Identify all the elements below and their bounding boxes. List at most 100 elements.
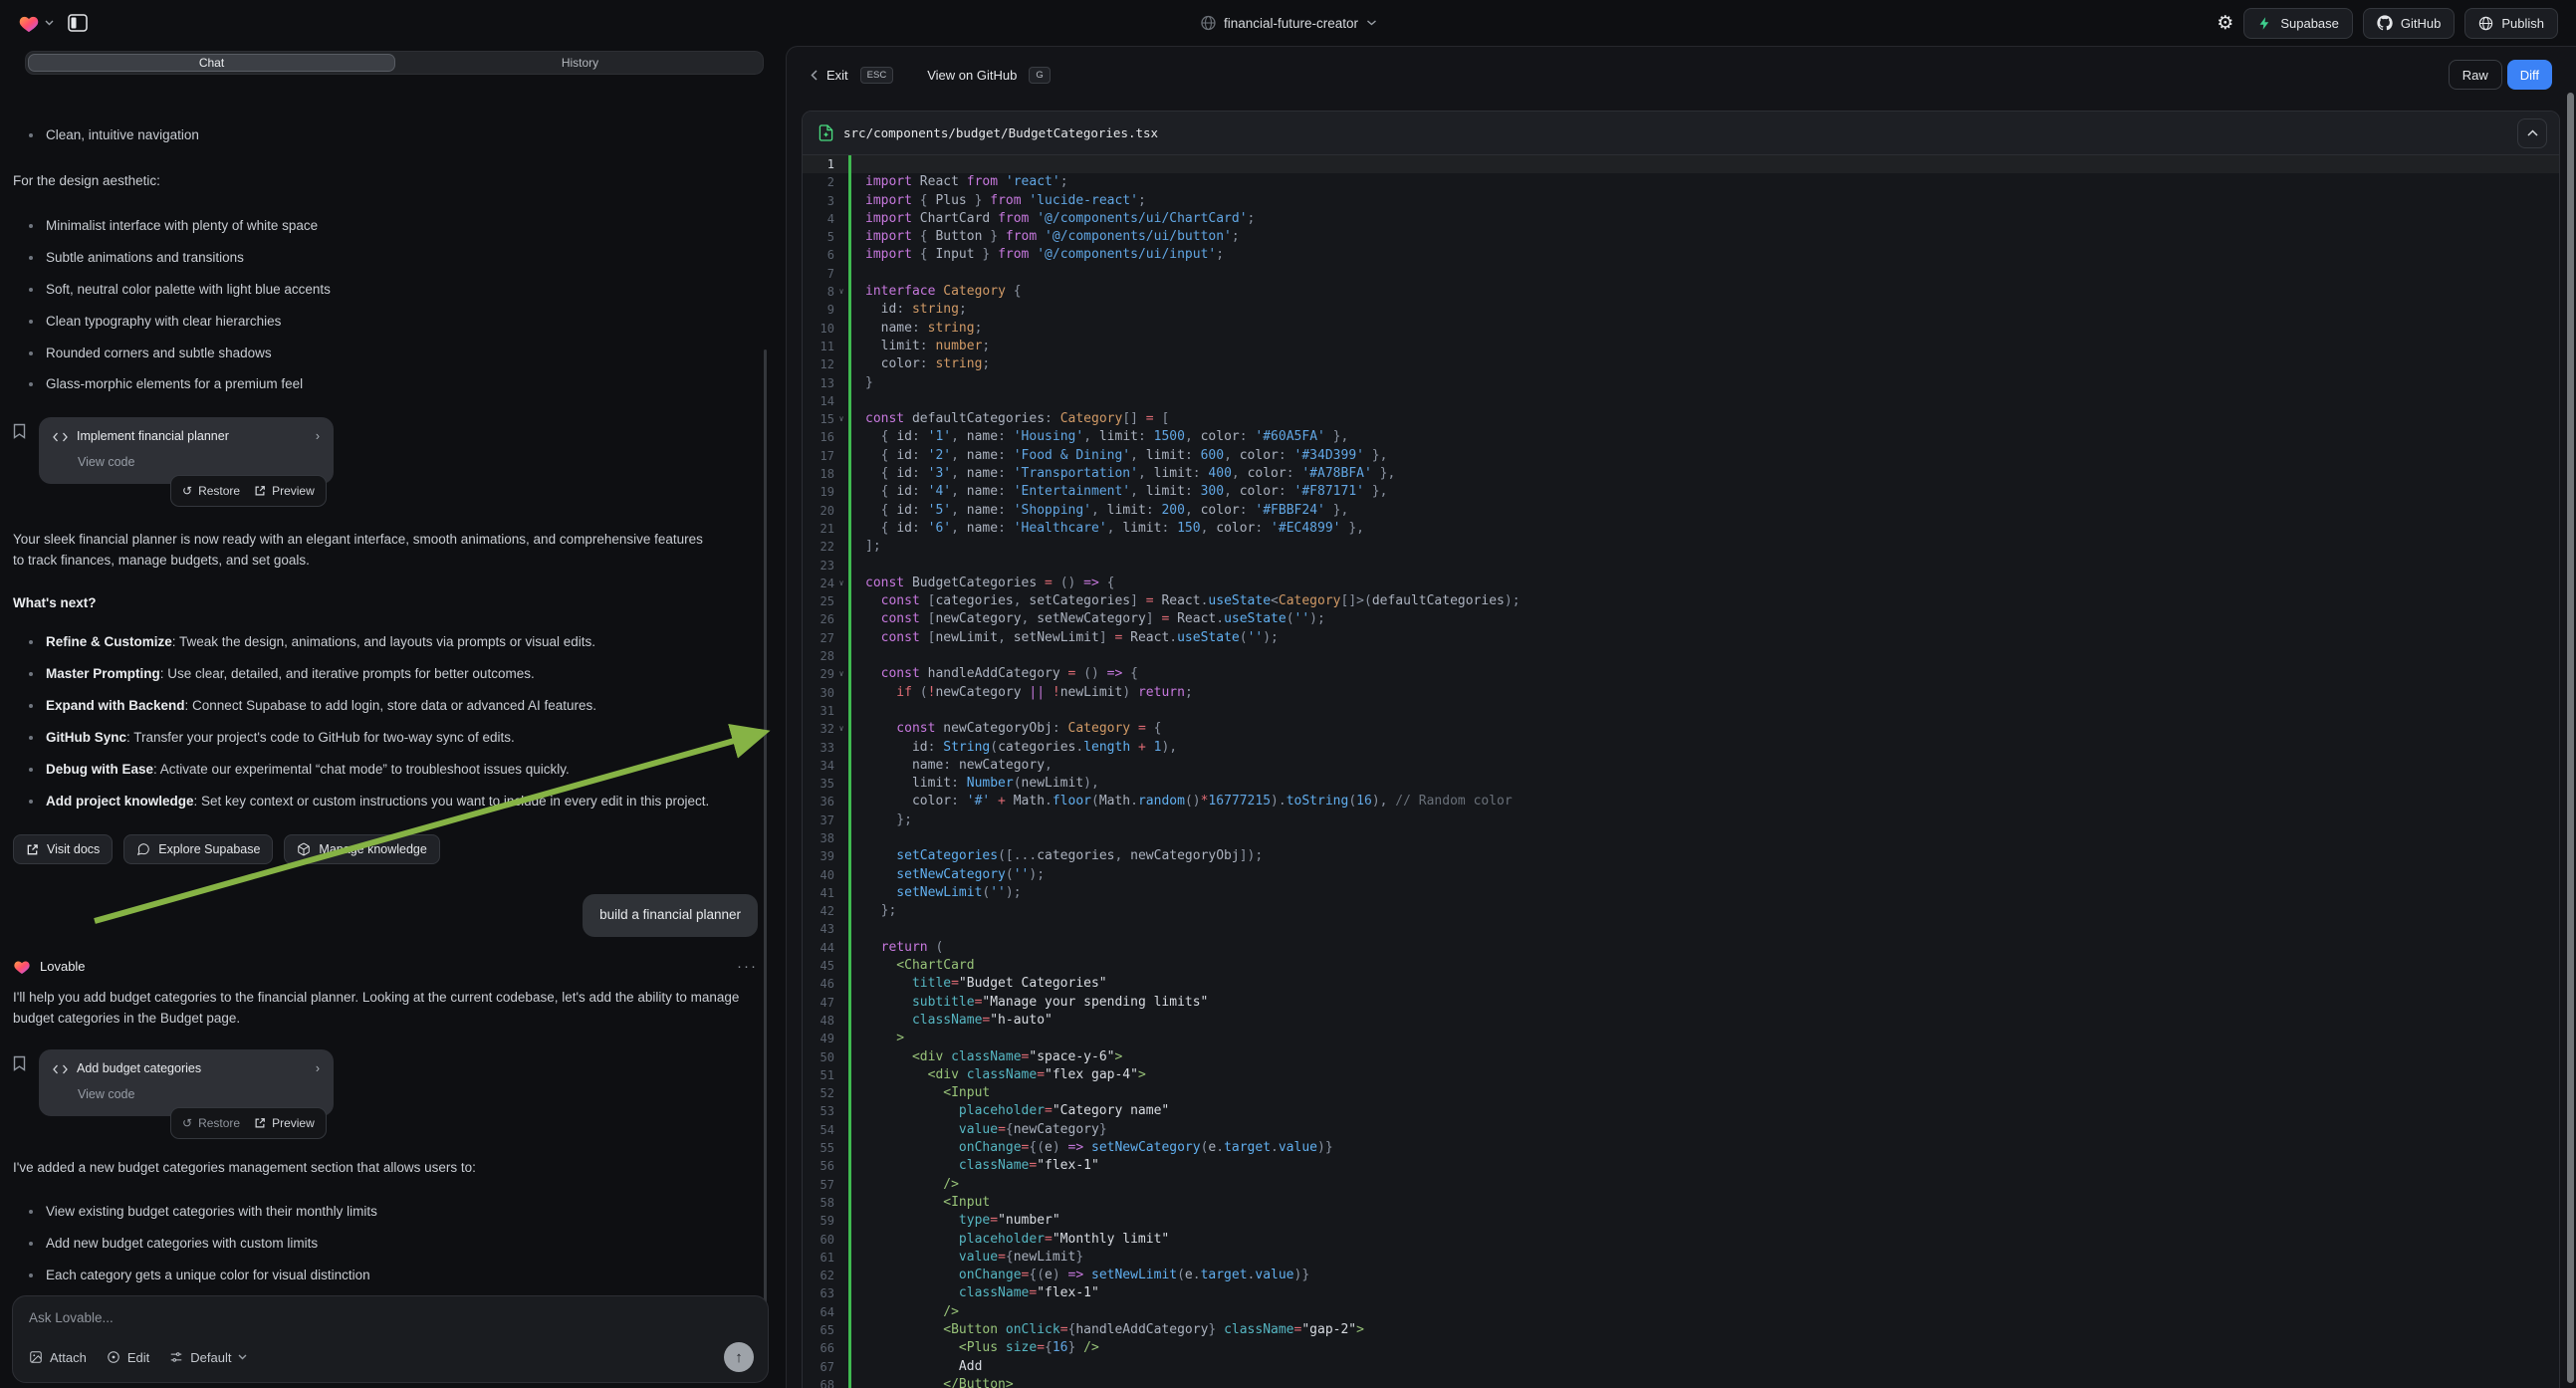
chevron-right-icon: › bbox=[316, 1059, 320, 1078]
package-icon bbox=[297, 842, 311, 856]
sidebar-toggle-button[interactable] bbox=[68, 14, 88, 32]
settings-button[interactable]: ⚙ bbox=[2217, 12, 2233, 35]
attach-button[interactable]: Attach bbox=[29, 1350, 87, 1365]
code-line: 9 id: string; bbox=[803, 301, 2559, 319]
line-number: 59 bbox=[820, 1212, 834, 1230]
view-on-github-link[interactable]: View on GitHub bbox=[927, 68, 1017, 83]
line-number: 7 bbox=[827, 265, 834, 283]
code-line: 8∨interface Category { bbox=[803, 283, 2559, 301]
line-number: 58 bbox=[820, 1194, 834, 1212]
fold-toggle-icon[interactable]: ∨ bbox=[834, 575, 848, 592]
code-editor[interactable]: 1 2import React from 'react';3import { P… bbox=[803, 155, 2559, 1388]
message-menu-button[interactable]: ··· bbox=[737, 955, 758, 978]
send-button[interactable]: ↑ bbox=[724, 1342, 754, 1372]
explore-supabase-button[interactable]: Explore Supabase bbox=[123, 834, 273, 864]
assistant-header: Lovable ··· bbox=[13, 955, 758, 978]
fold-toggle-icon[interactable]: ∨ bbox=[834, 410, 848, 428]
preview-button[interactable]: Preview bbox=[254, 1114, 315, 1133]
version-card-wrap: Implement financial planner › View code … bbox=[13, 417, 758, 484]
line-number: 35 bbox=[820, 775, 834, 793]
visit-docs-button[interactable]: Visit docs bbox=[13, 834, 113, 864]
diff-toggle-button[interactable]: Diff bbox=[2507, 60, 2552, 90]
code-line: 37 }; bbox=[803, 811, 2559, 829]
restore-icon: ↺ bbox=[182, 1114, 192, 1133]
tab-history[interactable]: History bbox=[397, 52, 763, 74]
github-button[interactable]: GitHub bbox=[2363, 8, 2455, 39]
chat-messages[interactable]: Clean, intuitive navigation For the desi… bbox=[13, 123, 758, 1333]
target-icon bbox=[107, 1350, 120, 1364]
project-switcher[interactable]: financial-future-creator bbox=[1200, 0, 1376, 46]
bookmark-icon[interactable] bbox=[13, 1055, 26, 1116]
collapse-file-button[interactable] bbox=[2517, 118, 2547, 148]
ready-paragraph: Your sleek financial planner is now read… bbox=[13, 530, 710, 572]
chevron-down-icon bbox=[1366, 20, 1376, 26]
code-line: 51 <div className="flex gap-4"> bbox=[803, 1066, 2559, 1084]
code-line: 17 { id: '2', name: 'Food & Dining', lim… bbox=[803, 447, 2559, 465]
line-number: 17 bbox=[820, 447, 834, 465]
code-line: 14 bbox=[803, 392, 2559, 410]
code-line: 40 setNewCategory(''); bbox=[803, 866, 2559, 884]
line-number: 41 bbox=[820, 884, 834, 902]
code-line: 34 name: newCategory, bbox=[803, 757, 2559, 775]
code-line: 15∨const defaultCategories: Category[] =… bbox=[803, 410, 2559, 428]
bullet-item: Subtle animations and transitions bbox=[13, 248, 758, 269]
code-line: 44 return ( bbox=[803, 939, 2559, 957]
tab-chat[interactable]: Chat bbox=[28, 54, 395, 72]
code-panel-header: Exit ESC View on GitHub G Raw Diff bbox=[787, 47, 2576, 103]
fold-toggle-icon[interactable]: ∨ bbox=[834, 665, 848, 683]
line-number: 12 bbox=[820, 355, 834, 373]
raw-toggle-button[interactable]: Raw bbox=[2449, 60, 2502, 90]
line-number: 43 bbox=[820, 920, 834, 938]
view-code-link[interactable]: View code bbox=[78, 453, 320, 472]
code-line: 59 type="number" bbox=[803, 1212, 2559, 1230]
restore-button[interactable]: ↺Restore bbox=[182, 1114, 240, 1133]
restore-button[interactable]: ↺Restore bbox=[182, 482, 240, 501]
chat-input[interactable] bbox=[29, 1310, 752, 1340]
chat-scrollbar[interactable] bbox=[764, 349, 767, 1335]
chevron-up-icon bbox=[2527, 129, 2538, 136]
fold-toggle-icon[interactable]: ∨ bbox=[834, 720, 848, 738]
line-number: 5 bbox=[827, 228, 834, 246]
line-number: 3 bbox=[827, 192, 834, 210]
code-scrollbar[interactable] bbox=[2567, 93, 2574, 1383]
line-number: 31 bbox=[820, 702, 834, 720]
supabase-button[interactable]: Supabase bbox=[2243, 8, 2353, 39]
line-number: 63 bbox=[820, 1284, 834, 1302]
line-number: 53 bbox=[820, 1102, 834, 1120]
line-number: 2 bbox=[827, 173, 834, 191]
code-line: 39 setCategories([...categories, newCate… bbox=[803, 847, 2559, 865]
version-card-implement-financial-planner[interactable]: Implement financial planner › View code … bbox=[39, 417, 334, 484]
line-number: 28 bbox=[820, 647, 834, 665]
code-line: 25 const [categories, setCategories] = R… bbox=[803, 592, 2559, 610]
view-code-link[interactable]: View code bbox=[78, 1085, 320, 1104]
version-card-add-budget-categories[interactable]: Add budget categories › View code ↺Resto… bbox=[39, 1049, 334, 1116]
bullet-item: Add new budget categories with custom li… bbox=[13, 1234, 758, 1255]
edit-button[interactable]: Edit bbox=[107, 1350, 149, 1365]
lovable-logo-menu[interactable] bbox=[18, 13, 54, 33]
added-paragraph: I've added a new budget categories manag… bbox=[13, 1158, 758, 1179]
fold-toggle-icon[interactable]: ∨ bbox=[834, 283, 848, 301]
bookmark-icon[interactable] bbox=[13, 423, 26, 484]
model-selector[interactable]: Default bbox=[169, 1350, 247, 1365]
file-header[interactable]: src/components/budget/BudgetCategories.t… bbox=[803, 112, 2559, 155]
code-line: 66 <Plus size={16} /> bbox=[803, 1339, 2559, 1357]
line-number: 22 bbox=[820, 538, 834, 556]
publish-button[interactable]: Publish bbox=[2464, 8, 2558, 39]
bullet-item: Clean typography with clear hierarchies bbox=[13, 312, 758, 333]
code-line: 27 const [newLimit, setNewLimit] = React… bbox=[803, 629, 2559, 647]
line-number: 54 bbox=[820, 1121, 834, 1139]
globe-icon bbox=[2478, 16, 2493, 31]
chat-quick-actions: Visit docs Explore Supabase Manage knowl… bbox=[13, 834, 758, 864]
code-line: 35 limit: Number(newLimit), bbox=[803, 775, 2559, 793]
line-number: 47 bbox=[820, 994, 834, 1012]
version-title: Implement financial planner bbox=[77, 427, 229, 446]
line-number: 62 bbox=[820, 1267, 834, 1284]
preview-button[interactable]: Preview bbox=[254, 482, 315, 501]
manage-knowledge-button[interactable]: Manage knowledge bbox=[284, 834, 439, 864]
exit-button[interactable]: Exit bbox=[811, 68, 848, 83]
chevron-down-icon bbox=[45, 20, 54, 26]
external-link-icon bbox=[254, 1117, 266, 1129]
sliders-icon bbox=[169, 1350, 183, 1364]
code-line: 52 <Input bbox=[803, 1084, 2559, 1102]
arrow-up-icon: ↑ bbox=[735, 1349, 743, 1366]
